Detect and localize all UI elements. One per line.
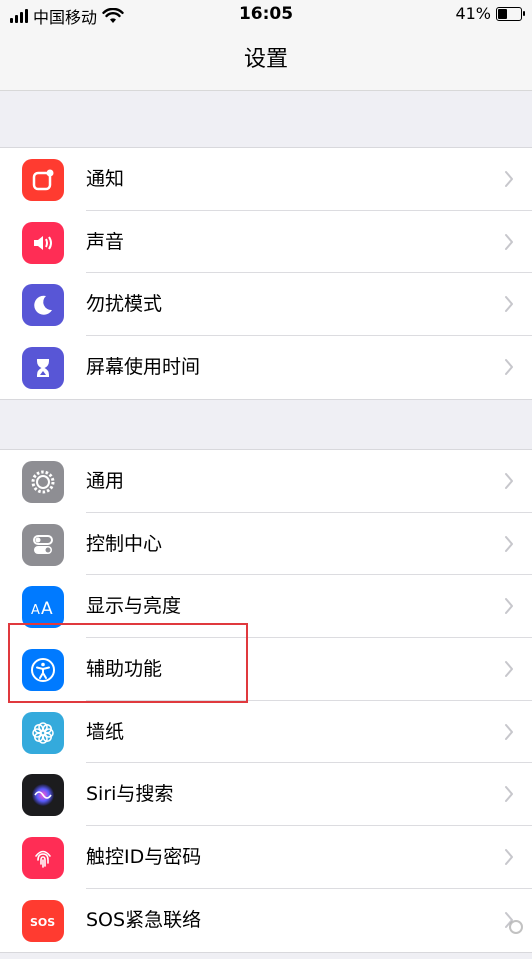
row-label: 辅助功能 [86, 658, 163, 681]
chevron-right-icon [505, 598, 513, 615]
battery-percent: 41% [455, 4, 491, 23]
settings-row-moon[interactable]: 勿扰模式 [0, 273, 532, 337]
settings-row-text-size[interactable]: A A 显示与亮度 [0, 575, 532, 639]
flower-icon [22, 711, 64, 754]
toggle-icon [22, 523, 64, 566]
fingerprint-icon [22, 837, 64, 880]
svg-text:A: A [31, 603, 40, 618]
settings-row-speaker[interactable]: 声音 [0, 211, 532, 274]
settings-row-notification[interactable]: 通知 [0, 148, 532, 211]
settings-row-hourglass[interactable]: 屏幕使用时间 [0, 336, 532, 399]
text-size-icon: AA [22, 586, 64, 629]
chevron-right-icon [505, 296, 513, 313]
hourglass-icon [22, 347, 64, 390]
row-label: 触控ID与密码 [86, 846, 202, 869]
notification-icon [22, 159, 64, 201]
row-label: 通知 [86, 168, 125, 190]
watermark-logo-icon [509, 920, 523, 934]
navigation-bar: 设置 [0, 30, 532, 91]
settings-row-siri[interactable]: Siri与搜索 [0, 763, 532, 827]
chevron-right-icon [505, 171, 513, 187]
battery-fill [498, 8, 507, 19]
sos-icon: SOS [22, 899, 64, 942]
row-label: 墙纸 [86, 720, 125, 743]
chevron-right-icon [505, 786, 513, 803]
gear-icon [22, 461, 64, 503]
chevron-right-icon [505, 473, 513, 489]
settings-row-sos[interactable]: SOS SOS紧急联络 [0, 889, 532, 952]
chevron-right-icon [505, 723, 513, 740]
chevron-right-icon [505, 233, 513, 250]
accessibility-icon [22, 649, 64, 692]
svg-text:SOS: SOS [30, 916, 55, 929]
battery-icon [496, 6, 525, 21]
settings-group-1: 通知声音勿扰模式屏幕使用时间 [0, 147, 532, 400]
settings-row-toggle[interactable]: 控制中心 [0, 513, 532, 576]
chevron-right-icon [505, 359, 513, 376]
watermark [508, 919, 524, 935]
chevron-right-icon [505, 849, 513, 866]
chevron-right-icon [505, 535, 513, 552]
row-label: SOS紧急联络 [86, 908, 202, 931]
page-title: 设置 [243, 47, 288, 72]
settings-row-flower[interactable]: 墙纸 [0, 701, 532, 764]
row-label: Siri与搜索 [86, 783, 174, 806]
moon-icon [22, 284, 64, 327]
speaker-icon [22, 221, 64, 264]
settings-row-accessibility[interactable]: 辅助功能 [0, 638, 532, 701]
row-label: 勿扰模式 [86, 293, 163, 316]
row-label: 显示与亮度 [86, 595, 182, 618]
settings-group-2: 通用控制中心 A A 显示与亮度辅助功能墙纸 Siri与搜索触控ID与密码 SOS SOS紧… [0, 449, 532, 953]
row-label: 控制中心 [86, 532, 163, 555]
settings-row-gear[interactable]: 通用 [0, 450, 532, 513]
siri-icon [22, 774, 64, 817]
row-label: 屏幕使用时间 [86, 356, 201, 379]
status-bar: 中国移动 16:05 41% [0, 0, 532, 30]
row-label: 通用 [86, 470, 125, 492]
svg-text:A: A [41, 599, 53, 619]
settings-row-fingerprint[interactable]: 触控ID与密码 [0, 826, 532, 889]
status-time: 16:05 [238, 4, 294, 24]
chevron-right-icon [505, 661, 513, 678]
row-label: 声音 [86, 230, 125, 253]
status-right: 41% [455, 4, 525, 23]
